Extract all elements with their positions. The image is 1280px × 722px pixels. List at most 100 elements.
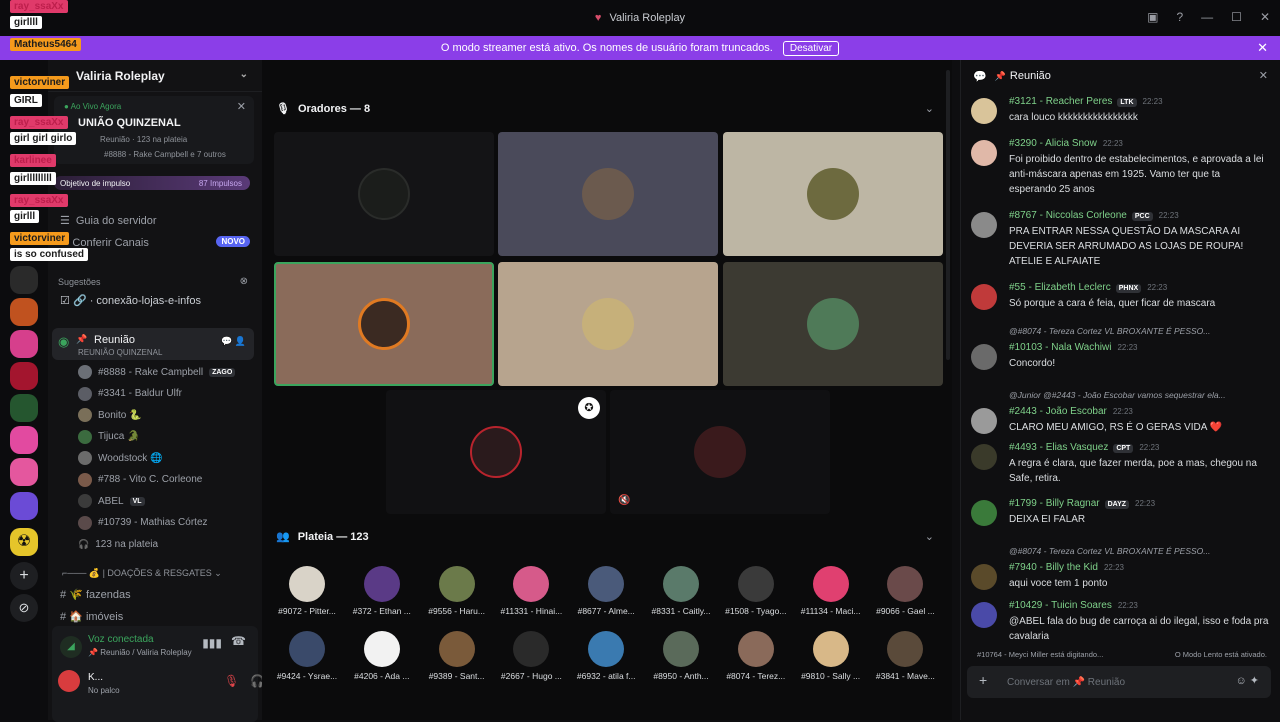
speaker-tile[interactable] <box>498 132 718 256</box>
speaker-tile[interactable] <box>386 390 606 514</box>
minimize-icon[interactable]: — <box>1201 10 1213 24</box>
stage-member[interactable]: #10739 - Mathias Córtez <box>78 515 208 531</box>
speaker-tile[interactable] <box>274 132 494 256</box>
checkbox-icon[interactable]: ☑ <box>60 295 70 307</box>
radioactive-server-icon[interactable]: ☢ <box>10 528 38 556</box>
speaker-tile[interactable] <box>498 262 718 386</box>
message-author[interactable]: #7940 - Billy the Kid 22:23 <box>1009 562 1124 573</box>
audience-member[interactable]: #8331 - Caitly... <box>646 566 716 616</box>
server-guide-link[interactable]: ☰ Guia do servidor <box>60 214 157 228</box>
avatar[interactable] <box>971 284 997 310</box>
server-icon[interactable] <box>10 298 38 326</box>
chevron-down-icon[interactable]: ⌄ <box>925 102 934 115</box>
stage-member[interactable]: #3341 - Baldur Ulfr <box>78 386 182 402</box>
speaker-tile[interactable] <box>723 132 943 256</box>
server-icon[interactable] <box>10 362 38 390</box>
audience-member[interactable]: #1508 - Tyago... <box>721 566 791 616</box>
chat-message[interactable]: #55 - Elizabeth Leclerc PHNX 22:23 Só porqu… <box>971 282 1271 332</box>
add-attachment-icon[interactable]: + <box>979 672 987 688</box>
message-author[interactable]: #1799 - Billy Ragnar DAYZ 22:23 <box>1009 498 1155 509</box>
audience-member[interactable]: #9066 - Gael ... <box>870 566 940 616</box>
stage-channel-reuniao[interactable]: ◉ 📌 Reunião REUNIÃO QUINZENAL 💬 👤 <box>52 328 254 360</box>
category-donations[interactable]: ⌐─── 💰 | DOAÇÕES & RESGATES ⌄ <box>62 568 222 579</box>
avatar[interactable] <box>971 140 997 166</box>
server-icon[interactable] <box>10 426 38 454</box>
reply-preview[interactable]: @#8074 - Tereza Cortez VL BROXANTE É PES… <box>1009 326 1210 336</box>
speaker-tile-active[interactable] <box>274 262 494 386</box>
server-icon[interactable] <box>10 330 38 358</box>
message-author[interactable]: #3290 - Alicia Snow 22:23 <box>1009 138 1123 149</box>
audience-member[interactable]: #3841 - Mave... <box>870 631 940 681</box>
dismiss-suggestions-icon[interactable]: ⊗ <box>240 276 248 287</box>
stage-moderator-icon[interactable]: ✪ <box>578 397 600 419</box>
audience-member[interactable]: #2667 - Hugo ... <box>496 631 566 681</box>
audience-header[interactable]: 👥 Plateia — 123 <box>276 530 369 544</box>
soundboard-icon[interactable]: ▮▮▮ <box>202 636 222 650</box>
avatar[interactable] <box>971 444 997 470</box>
audience-member[interactable]: #9389 - Sant... <box>422 631 492 681</box>
live-event-card[interactable]: ● Ao Vivo Agora ✕ UNIÃO QUINZENAL Reuniã… <box>54 96 254 164</box>
message-author[interactable]: #4493 - Elias Vasquez CPT 22:23 <box>1009 442 1159 453</box>
audience-member[interactable]: #9810 - Sally ... <box>796 631 866 681</box>
avatar[interactable] <box>971 602 997 628</box>
explore-icon[interactable]: ⊘ <box>10 594 38 622</box>
message-author[interactable]: #10429 - Tuicin Soares 22:23 <box>1009 600 1138 611</box>
signal-icon[interactable]: ◢ <box>60 636 82 658</box>
server-icon[interactable] <box>10 458 38 486</box>
chevron-down-icon[interactable]: ⌄ <box>925 530 934 543</box>
audience-member[interactable]: #11331 - Hinai... <box>496 566 566 616</box>
server-folder-icon[interactable] <box>10 492 38 520</box>
close-icon[interactable]: ✕ <box>1259 69 1268 82</box>
message-author[interactable]: #55 - Elizabeth Leclerc PHNX 22:23 <box>1009 282 1167 293</box>
audience-member[interactable]: #8677 - Alme... <box>571 566 641 616</box>
avatar[interactable] <box>971 500 997 526</box>
audience-member[interactable]: #6932 - atila f... <box>571 631 641 681</box>
maximize-icon[interactable]: ☐ <box>1231 10 1242 24</box>
suggested-channel[interactable]: ☑ 🔗 · conexão-lojas-e-infos <box>60 294 201 307</box>
channel-fazendas[interactable]: # 🌾 fazendas <box>60 588 131 601</box>
close-banner-icon[interactable]: ✕ <box>1257 40 1268 56</box>
emoji-and-apps-icons[interactable]: ☺ ✦ <box>1235 674 1259 687</box>
server-header[interactable]: Valiria Roleplay ⌄ <box>48 60 262 92</box>
avatar[interactable] <box>971 564 997 590</box>
stage-member[interactable]: #8888 - Rake Campbell ZAGO <box>78 364 236 380</box>
speakers-header[interactable]: 🎙 Oradores — 8 <box>276 102 370 116</box>
speaker-tile[interactable]: 🔇 <box>610 390 830 514</box>
message-author[interactable]: #10103 - Nala Wachiwi 22:23 <box>1009 342 1138 353</box>
message-input[interactable]: + Conversar em 📌 Reunião ☺ ✦ <box>967 666 1271 698</box>
help-icon[interactable]: ? <box>1176 10 1183 24</box>
audience-member[interactable]: #372 - Ethan ... <box>347 566 417 616</box>
audience-count[interactable]: 🎧 123 na plateia <box>78 536 158 552</box>
add-server-icon[interactable]: + <box>10 562 38 590</box>
chat-message[interactable]: #1799 - Billy Ragnar DAYZ 22:23 DEIXA EI FA… <box>971 498 1271 548</box>
avatar[interactable] <box>971 408 997 434</box>
avatar[interactable] <box>58 670 80 692</box>
avatar[interactable] <box>971 212 997 238</box>
disable-streamer-button[interactable]: Desativar <box>782 40 840 56</box>
server-icon[interactable] <box>10 394 38 422</box>
audience-member[interactable]: #9556 - Haru... <box>422 566 492 616</box>
chat-message[interactable]: #3290 - Alicia Snow 22:23 Foi proibido den… <box>971 138 1271 195</box>
avatar[interactable] <box>971 98 997 124</box>
speaker-tile[interactable] <box>723 262 943 386</box>
stage-member[interactable]: #788 - Vito C. Corleone <box>78 472 202 488</box>
inbox-icon[interactable]: ▣ <box>1147 10 1158 24</box>
close-icon[interactable]: ✕ <box>237 100 246 113</box>
stage-member[interactable]: Tijuca 🐊 <box>78 429 140 445</box>
chat-message[interactable]: #10103 - Nala Wachiwi 22:23 Concordo! <box>971 342 1271 392</box>
audience-member[interactable]: #11134 - Maci... <box>796 566 866 616</box>
audience-member[interactable]: #9072 - Pitter... <box>272 566 342 616</box>
audience-member[interactable]: #8074 - Terez... <box>721 631 791 681</box>
message-author[interactable]: #2443 - João Escobar 22:23 <box>1009 406 1133 417</box>
audience-member[interactable]: #8950 - Anth... <box>646 631 716 681</box>
chat-message[interactable]: #4493 - Elias Vasquez CPT 22:23 A regra é c… <box>971 442 1271 492</box>
audience-member[interactable]: #4206 - Ada ... <box>347 631 417 681</box>
avatar[interactable] <box>971 344 997 370</box>
channel-imoveis[interactable]: # 🏠 imóveis <box>60 610 123 623</box>
scrollbar[interactable] <box>946 70 950 360</box>
reply-preview[interactable]: @Junior @#2443 - João Escobar vamos sequ… <box>1009 390 1226 400</box>
stage-member[interactable]: Bonito 🐍 <box>78 407 142 423</box>
reply-preview[interactable]: @#8074 - Tereza Cortez VL BROXANTE É PES… <box>1009 546 1210 556</box>
mute-icon[interactable]: 🎙 <box>224 674 239 688</box>
chat-message[interactable]: #8767 - Niccolas Corleone PCC 22:23 PRA ENT… <box>971 210 1271 267</box>
